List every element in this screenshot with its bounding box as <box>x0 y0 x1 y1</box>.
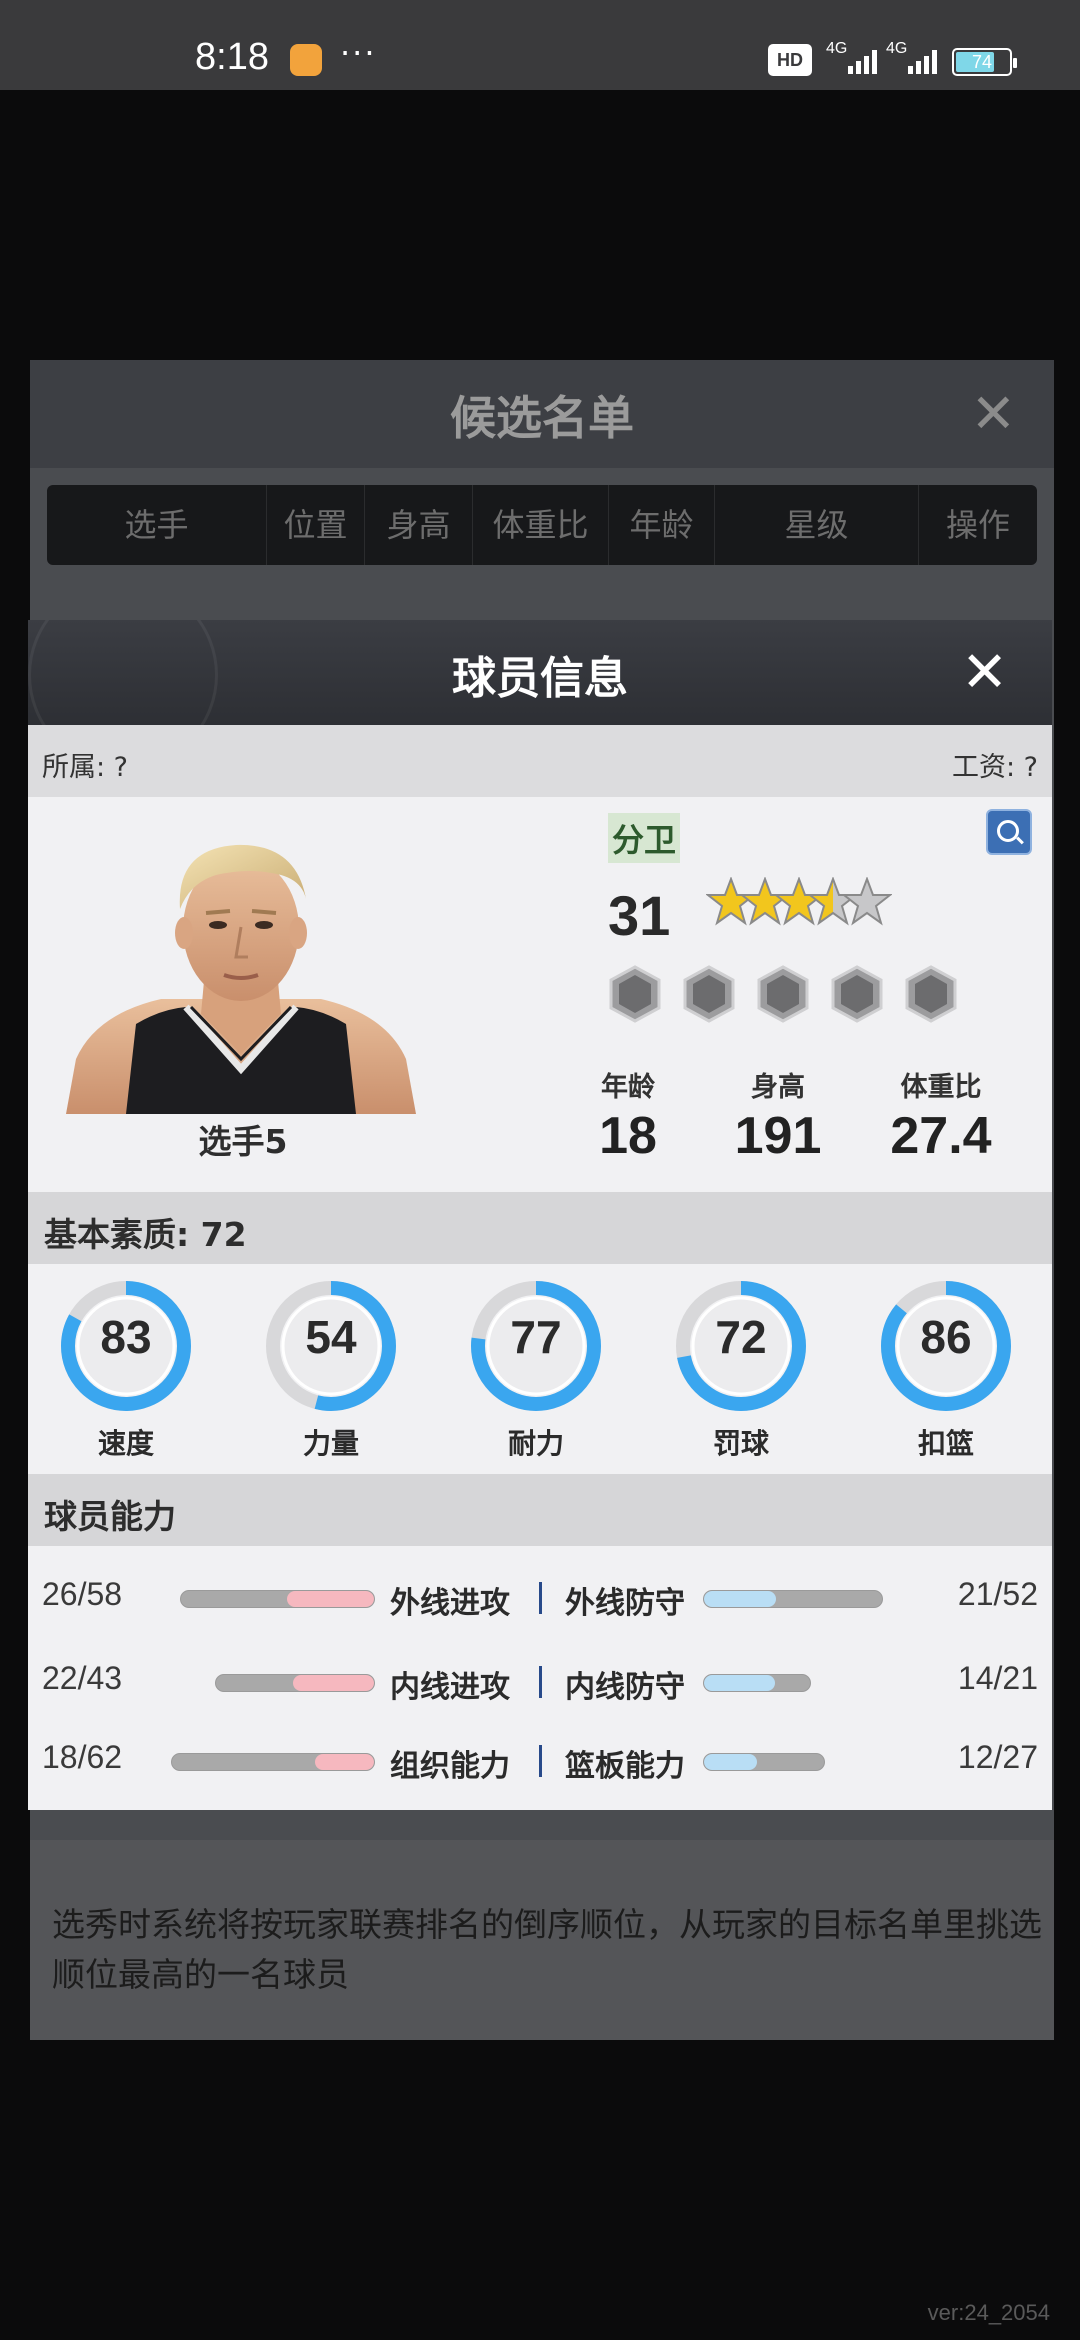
bio-weight-ratio: 体重比 27.4 <box>861 1065 1021 1166</box>
bio-age-label: 年龄 <box>601 1072 655 1103</box>
ability-row: 26/58 外线进攻 外线防守 21/52 <box>28 1566 1052 1626</box>
inside-attack-bar <box>215 1674 375 1692</box>
bio-height-label: 身高 <box>751 1072 805 1103</box>
gauge-label: 罚球 <box>712 1427 769 1460</box>
candidate-table-header: 选手 位置 身高 体重比 年龄 星级 操作 <box>47 485 1037 565</box>
salary-label: 工资: ? <box>951 752 1038 783</box>
outside-attack-bar <box>180 1590 375 1608</box>
battery-level: 74 <box>971 52 993 72</box>
gem-icon <box>831 965 883 1023</box>
close-icon[interactable]: ✕ <box>961 640 1008 705</box>
hd-voice-icon: HD <box>768 44 812 76</box>
position-badge: 分卫 <box>608 813 681 863</box>
column-height: 身高 <box>365 485 473 565</box>
gem-icon <box>609 965 661 1023</box>
outside-defense-value: 21/52 <box>957 1576 1038 1612</box>
ability-separator <box>539 1745 542 1777</box>
bio-age-value: 18 <box>599 1107 657 1165</box>
gauge-value: 83 <box>100 1311 152 1363</box>
bio-weight-ratio-label: 体重比 <box>900 1072 982 1103</box>
outside-attack-label: 外线进攻 <box>390 1586 510 1621</box>
search-icon[interactable] <box>986 809 1032 855</box>
gauge-stamina: 77 耐力 <box>466 1276 606 1462</box>
basic-quality-header: 基本素质: 72 <box>28 1192 1052 1264</box>
column-position: 位置 <box>267 485 365 565</box>
gem-icon <box>905 965 957 1023</box>
gauge-label: 力量 <box>302 1427 359 1460</box>
gauge-value: 72 <box>715 1311 767 1363</box>
column-weight-ratio: 体重比 <box>473 485 609 565</box>
inside-defense-bar <box>703 1674 811 1692</box>
candidate-list-title: 候选名单 <box>450 391 634 445</box>
rebound-value: 12/27 <box>957 1739 1038 1775</box>
column-stars: 星级 <box>715 485 919 565</box>
gauge-value: 54 <box>305 1311 357 1363</box>
outside-defense-label: 外线防守 <box>565 1586 685 1621</box>
outside-defense-bar <box>703 1590 883 1608</box>
attribute-gauges: 83 速度 54 力量 77 耐力 72 罚球 86 扣篮 <box>28 1264 1052 1474</box>
inside-attack-value: 22/43 <box>42 1660 123 1696</box>
bio-age: 年龄 18 <box>548 1065 708 1166</box>
player-avatar <box>66 844 416 1114</box>
gauge-free-throw: 72 罚球 <box>671 1276 811 1462</box>
ability-row: 18/62 组织能力 篮板能力 12/27 <box>28 1729 1052 1789</box>
battery-icon: 74 <box>952 48 1017 76</box>
draft-rule-text: 选秀时系统将按玩家联赛排名的倒序顺位，从玩家的目标名单里挑选顺位最高的一名球员 <box>52 1905 1042 1994</box>
gem-icon <box>757 965 809 1023</box>
bio-height: 身高 191 <box>698 1065 858 1166</box>
playmaking-label: 组织能力 <box>390 1749 510 1784</box>
gauge-strength: 54 力量 <box>261 1276 401 1462</box>
inside-defense-label: 内线防守 <box>565 1670 685 1705</box>
ability-separator <box>539 1582 542 1614</box>
gauge-label: 速度 <box>97 1427 154 1460</box>
candidate-list-header: 候选名单 ✕ <box>30 360 1054 468</box>
ability-separator <box>539 1666 542 1698</box>
ability-row: 22/43 内线进攻 内线防守 14/21 <box>28 1650 1052 1710</box>
player-rating: 31 <box>608 884 671 947</box>
player-info-modal: 球员信息 ✕ 所属: ? 工资: ? 选手5 分卫 31 年龄 18 身高 19… <box>28 620 1052 1810</box>
player-profile: 选手5 分卫 31 年龄 18 身高 191 体重比 27.4 <box>28 797 1052 1192</box>
playmaking-bar <box>171 1753 375 1771</box>
rebound-label: 篮板能力 <box>565 1749 685 1784</box>
affiliation-label: 所属: ? <box>42 752 129 783</box>
player-name: 选手5 <box>198 1122 288 1161</box>
modal-title: 球员信息 <box>452 653 628 704</box>
bio-height-value: 191 <box>734 1107 822 1165</box>
status-bar: 8:18 ··· HD 4G 4G 74 <box>0 0 1080 90</box>
bio-weight-ratio-value: 27.4 <box>890 1107 992 1165</box>
gauge-label: 扣篮 <box>917 1427 974 1460</box>
outside-attack-value: 26/58 <box>42 1576 123 1612</box>
column-actions: 操作 <box>945 506 1010 544</box>
app-notification-icon <box>290 44 322 76</box>
inside-defense-value: 14/21 <box>957 1660 1038 1696</box>
modal-header: 球员信息 ✕ <box>28 620 1052 770</box>
more-notifications-icon: ··· <box>340 34 377 72</box>
playmaking-value: 18/62 <box>42 1739 123 1775</box>
gauge-label: 耐力 <box>507 1427 564 1460</box>
basic-quality-title: 基本素质: 72 <box>44 1215 247 1254</box>
version-label: ver:24_2054 <box>927 2300 1050 2325</box>
column-age: 年龄 <box>609 485 715 565</box>
ability-header: 球员能力 <box>28 1474 1052 1546</box>
status-time: 8:18 <box>195 36 269 78</box>
gauge-value: 86 <box>920 1311 972 1363</box>
gauge-value: 77 <box>510 1311 562 1363</box>
gem-icon <box>683 965 735 1023</box>
ability-title: 球员能力 <box>44 1497 176 1536</box>
gauge-speed: 83 速度 <box>56 1276 196 1462</box>
star-icon <box>842 877 892 926</box>
gauge-dunk: 86 扣篮 <box>876 1276 1016 1462</box>
inside-attack-label: 内线进攻 <box>390 1670 510 1705</box>
candidate-close-icon[interactable]: ✕ <box>971 382 1016 445</box>
rebound-bar <box>703 1753 825 1771</box>
column-player: 选手 <box>47 485 267 565</box>
affiliation-row: 所属: ? 工资: ? <box>28 725 1052 797</box>
ability-list: 26/58 外线进攻 外线防守 21/52 22/43 内线进攻 内线防守 14… <box>28 1546 1052 1810</box>
